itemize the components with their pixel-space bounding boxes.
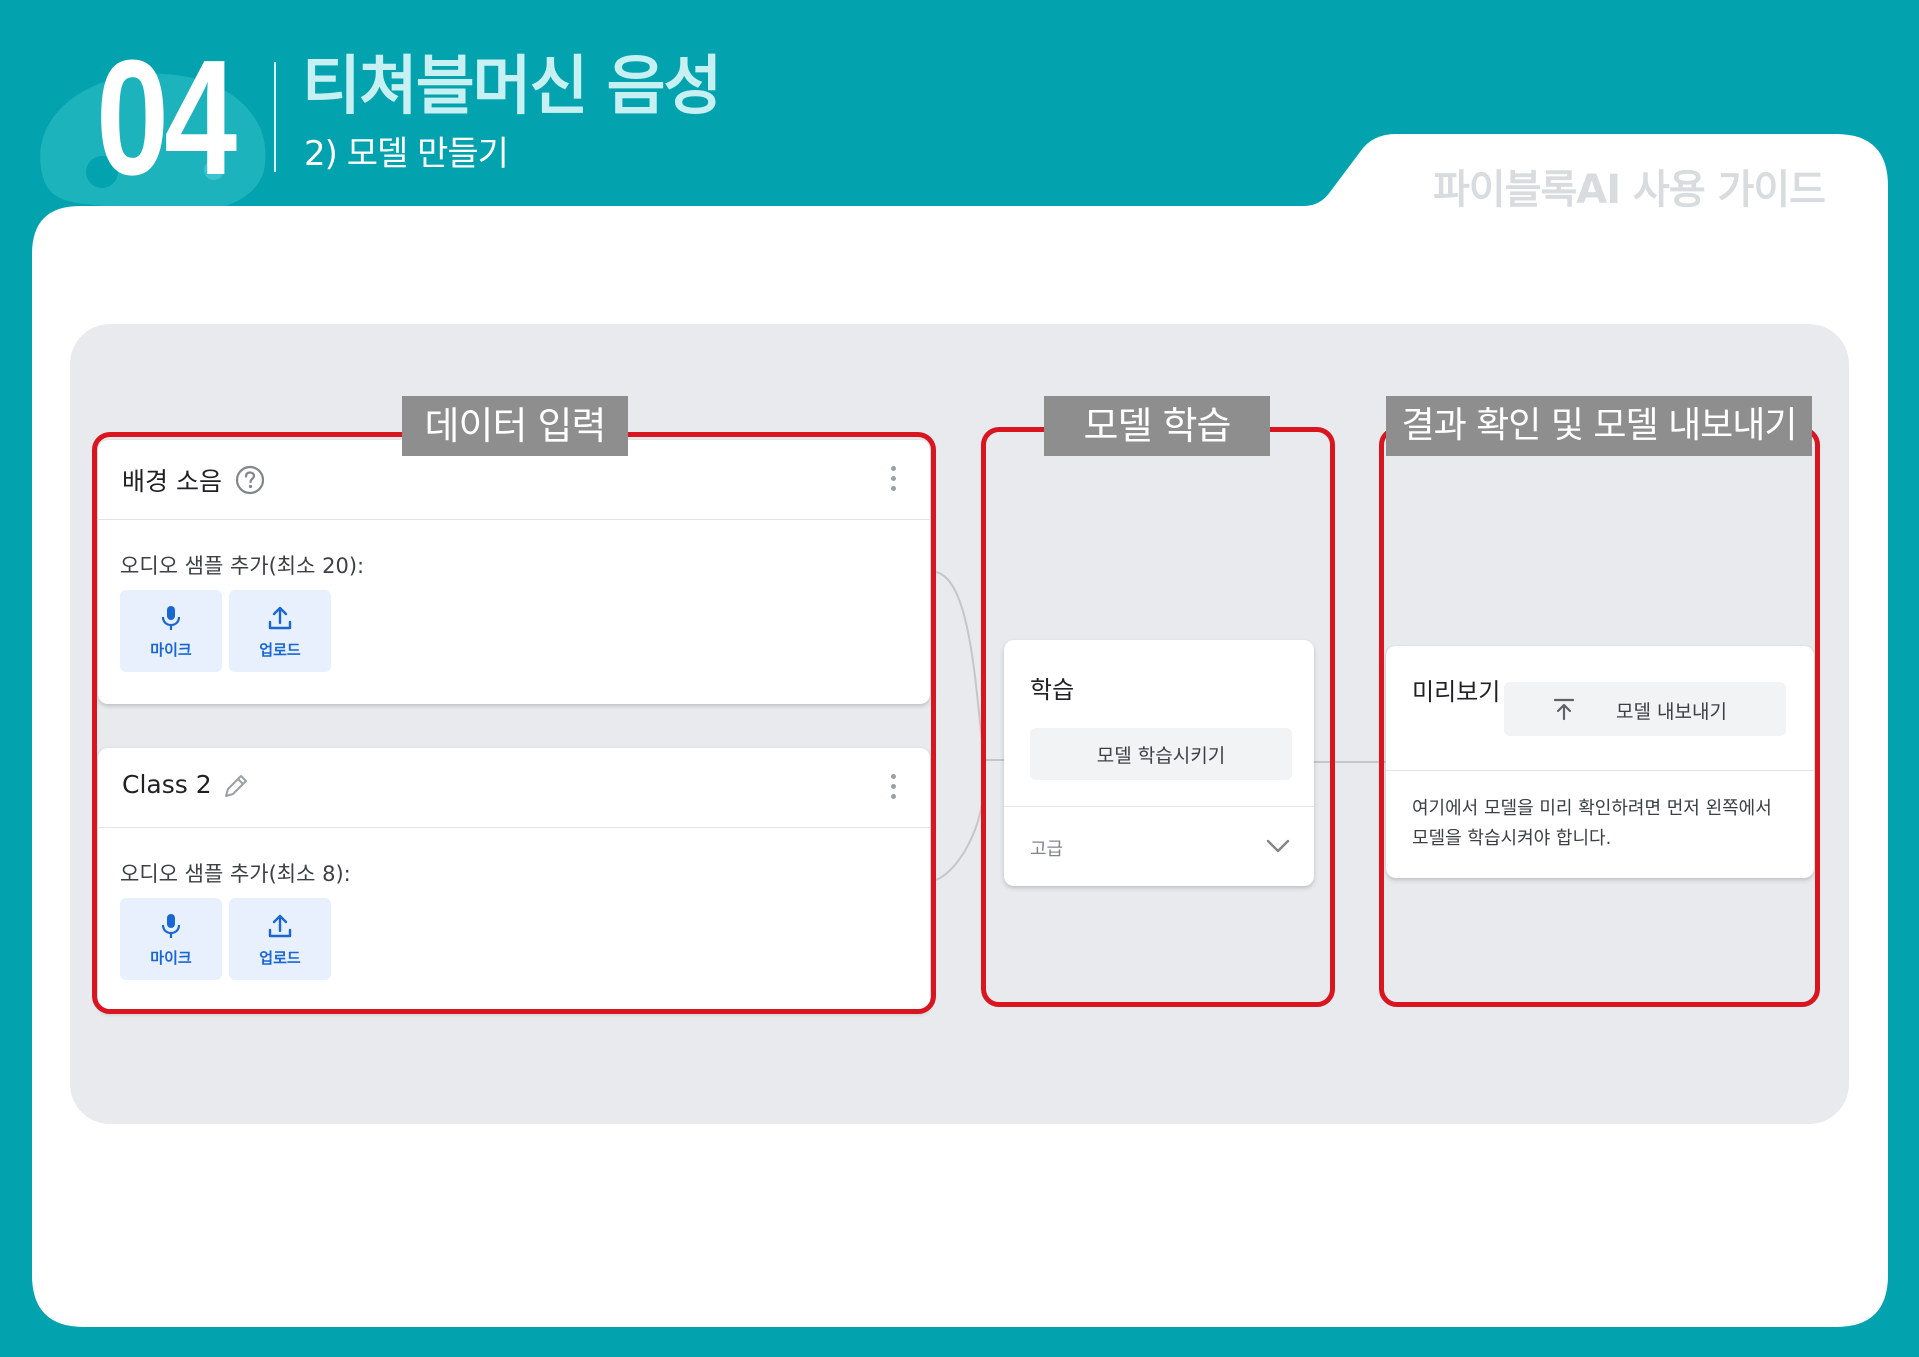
page-title: 티쳐블머신 음성 [302,50,722,124]
chapter-number: 04 [96,26,237,209]
page-subtitle: 2) 모델 만들기 [304,134,509,174]
data-input-frame [92,432,936,1014]
training-frame [981,427,1335,1007]
data-input-section-label: 데이터 입력 [402,396,628,456]
guide-label: 파이블록AI 사용 가이드 [1433,167,1826,213]
result-section-label: 결과 확인 및 모델 내보내기 [1386,396,1812,456]
result-frame [1379,427,1820,1007]
header-divider [274,62,276,172]
training-section-label: 모델 학습 [1044,396,1270,456]
